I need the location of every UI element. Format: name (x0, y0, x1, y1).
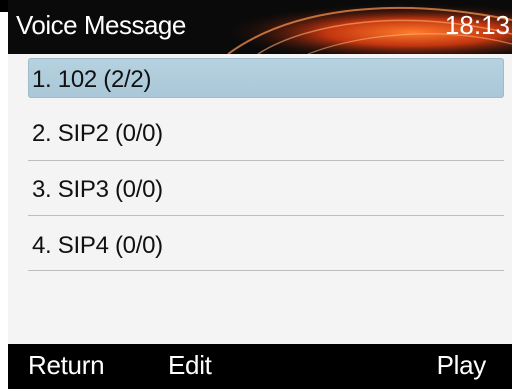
list-item-label: 4. SIP4 (0/0) (32, 232, 163, 259)
title-bar: Voice Message 18:13 (8, 0, 512, 54)
page-title: Voice Message (16, 10, 186, 40)
edit-softkey[interactable]: Edit (168, 350, 212, 381)
phone-screen: Voice Message 18:13 1. 102 (2/2) 2. SIP2… (0, 0, 512, 389)
clock-time: 18:13 (444, 10, 510, 40)
softkey-bar: Return Edit Play (8, 344, 512, 389)
list-item-sip4[interactable]: 4. SIP4 (0/0) (28, 224, 504, 264)
list-item-label: 3. SIP3 (0/0) (32, 176, 163, 203)
list-item-102[interactable]: 1. 102 (2/2) (28, 58, 504, 98)
list-divider (28, 270, 504, 271)
play-softkey[interactable]: Play (437, 350, 487, 381)
list-item-label: 2. SIP2 (0/0) (32, 120, 163, 147)
list-item-sip2[interactable]: 2. SIP2 (0/0) (28, 112, 504, 152)
list-item-label: 1. 102 (2/2) (32, 66, 152, 93)
list-divider (28, 215, 504, 216)
list-divider (28, 160, 504, 161)
return-softkey[interactable]: Return (28, 350, 105, 381)
list-item-sip3[interactable]: 3. SIP3 (0/0) (28, 168, 504, 208)
voice-message-list: 1. 102 (2/2) 2. SIP2 (0/0) 3. SIP3 (0/0)… (8, 54, 512, 344)
